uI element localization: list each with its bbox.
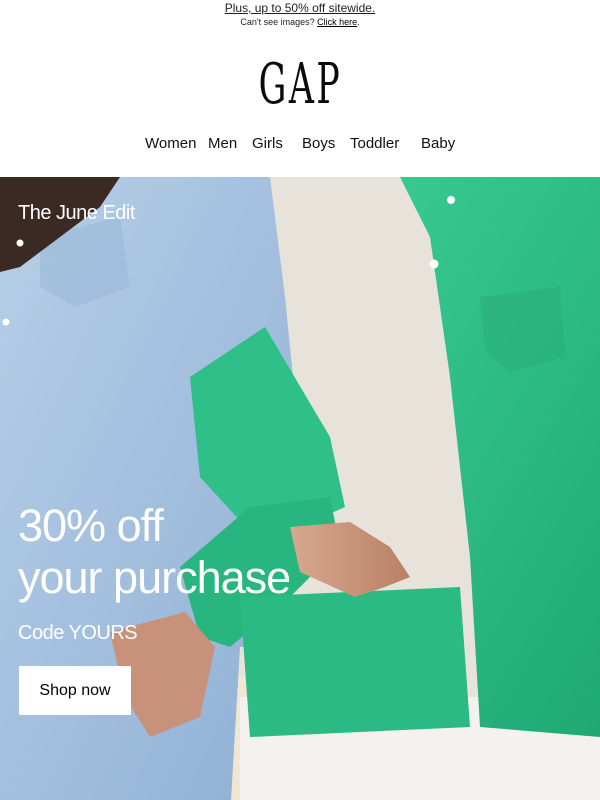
image-fallback-text: Can't see images? <box>240 17 315 27</box>
nav-item-girls[interactable]: Girls <box>252 134 283 154</box>
promo-code: Code YOURS <box>18 622 138 644</box>
offer-headline: 30% off your purchase <box>18 500 438 604</box>
nav-item-boys[interactable]: Boys <box>302 134 335 154</box>
headline-line-2: your purchase <box>18 552 291 603</box>
promo-link[interactable]: Plus, up to 50% off sitewide. <box>0 1 600 16</box>
logo-text: GAP <box>258 52 342 117</box>
shop-now-button[interactable]: Shop now <box>19 666 131 715</box>
nav-item-baby[interactable]: Baby <box>421 134 455 154</box>
edit-label: The June Edit <box>18 202 135 224</box>
nav-item-men[interactable]: Men <box>208 134 237 154</box>
click-here-link[interactable]: Click here <box>317 17 357 27</box>
image-fallback-suffix: . <box>357 17 360 27</box>
headline-line-1: 30% off <box>18 500 164 551</box>
image-fallback-note: Can't see images? Click here. <box>0 16 600 28</box>
gap-logo[interactable]: GAP <box>0 54 600 116</box>
nav-item-women[interactable]: Women <box>145 134 196 154</box>
nav-item-toddler[interactable]: Toddler <box>350 134 399 154</box>
